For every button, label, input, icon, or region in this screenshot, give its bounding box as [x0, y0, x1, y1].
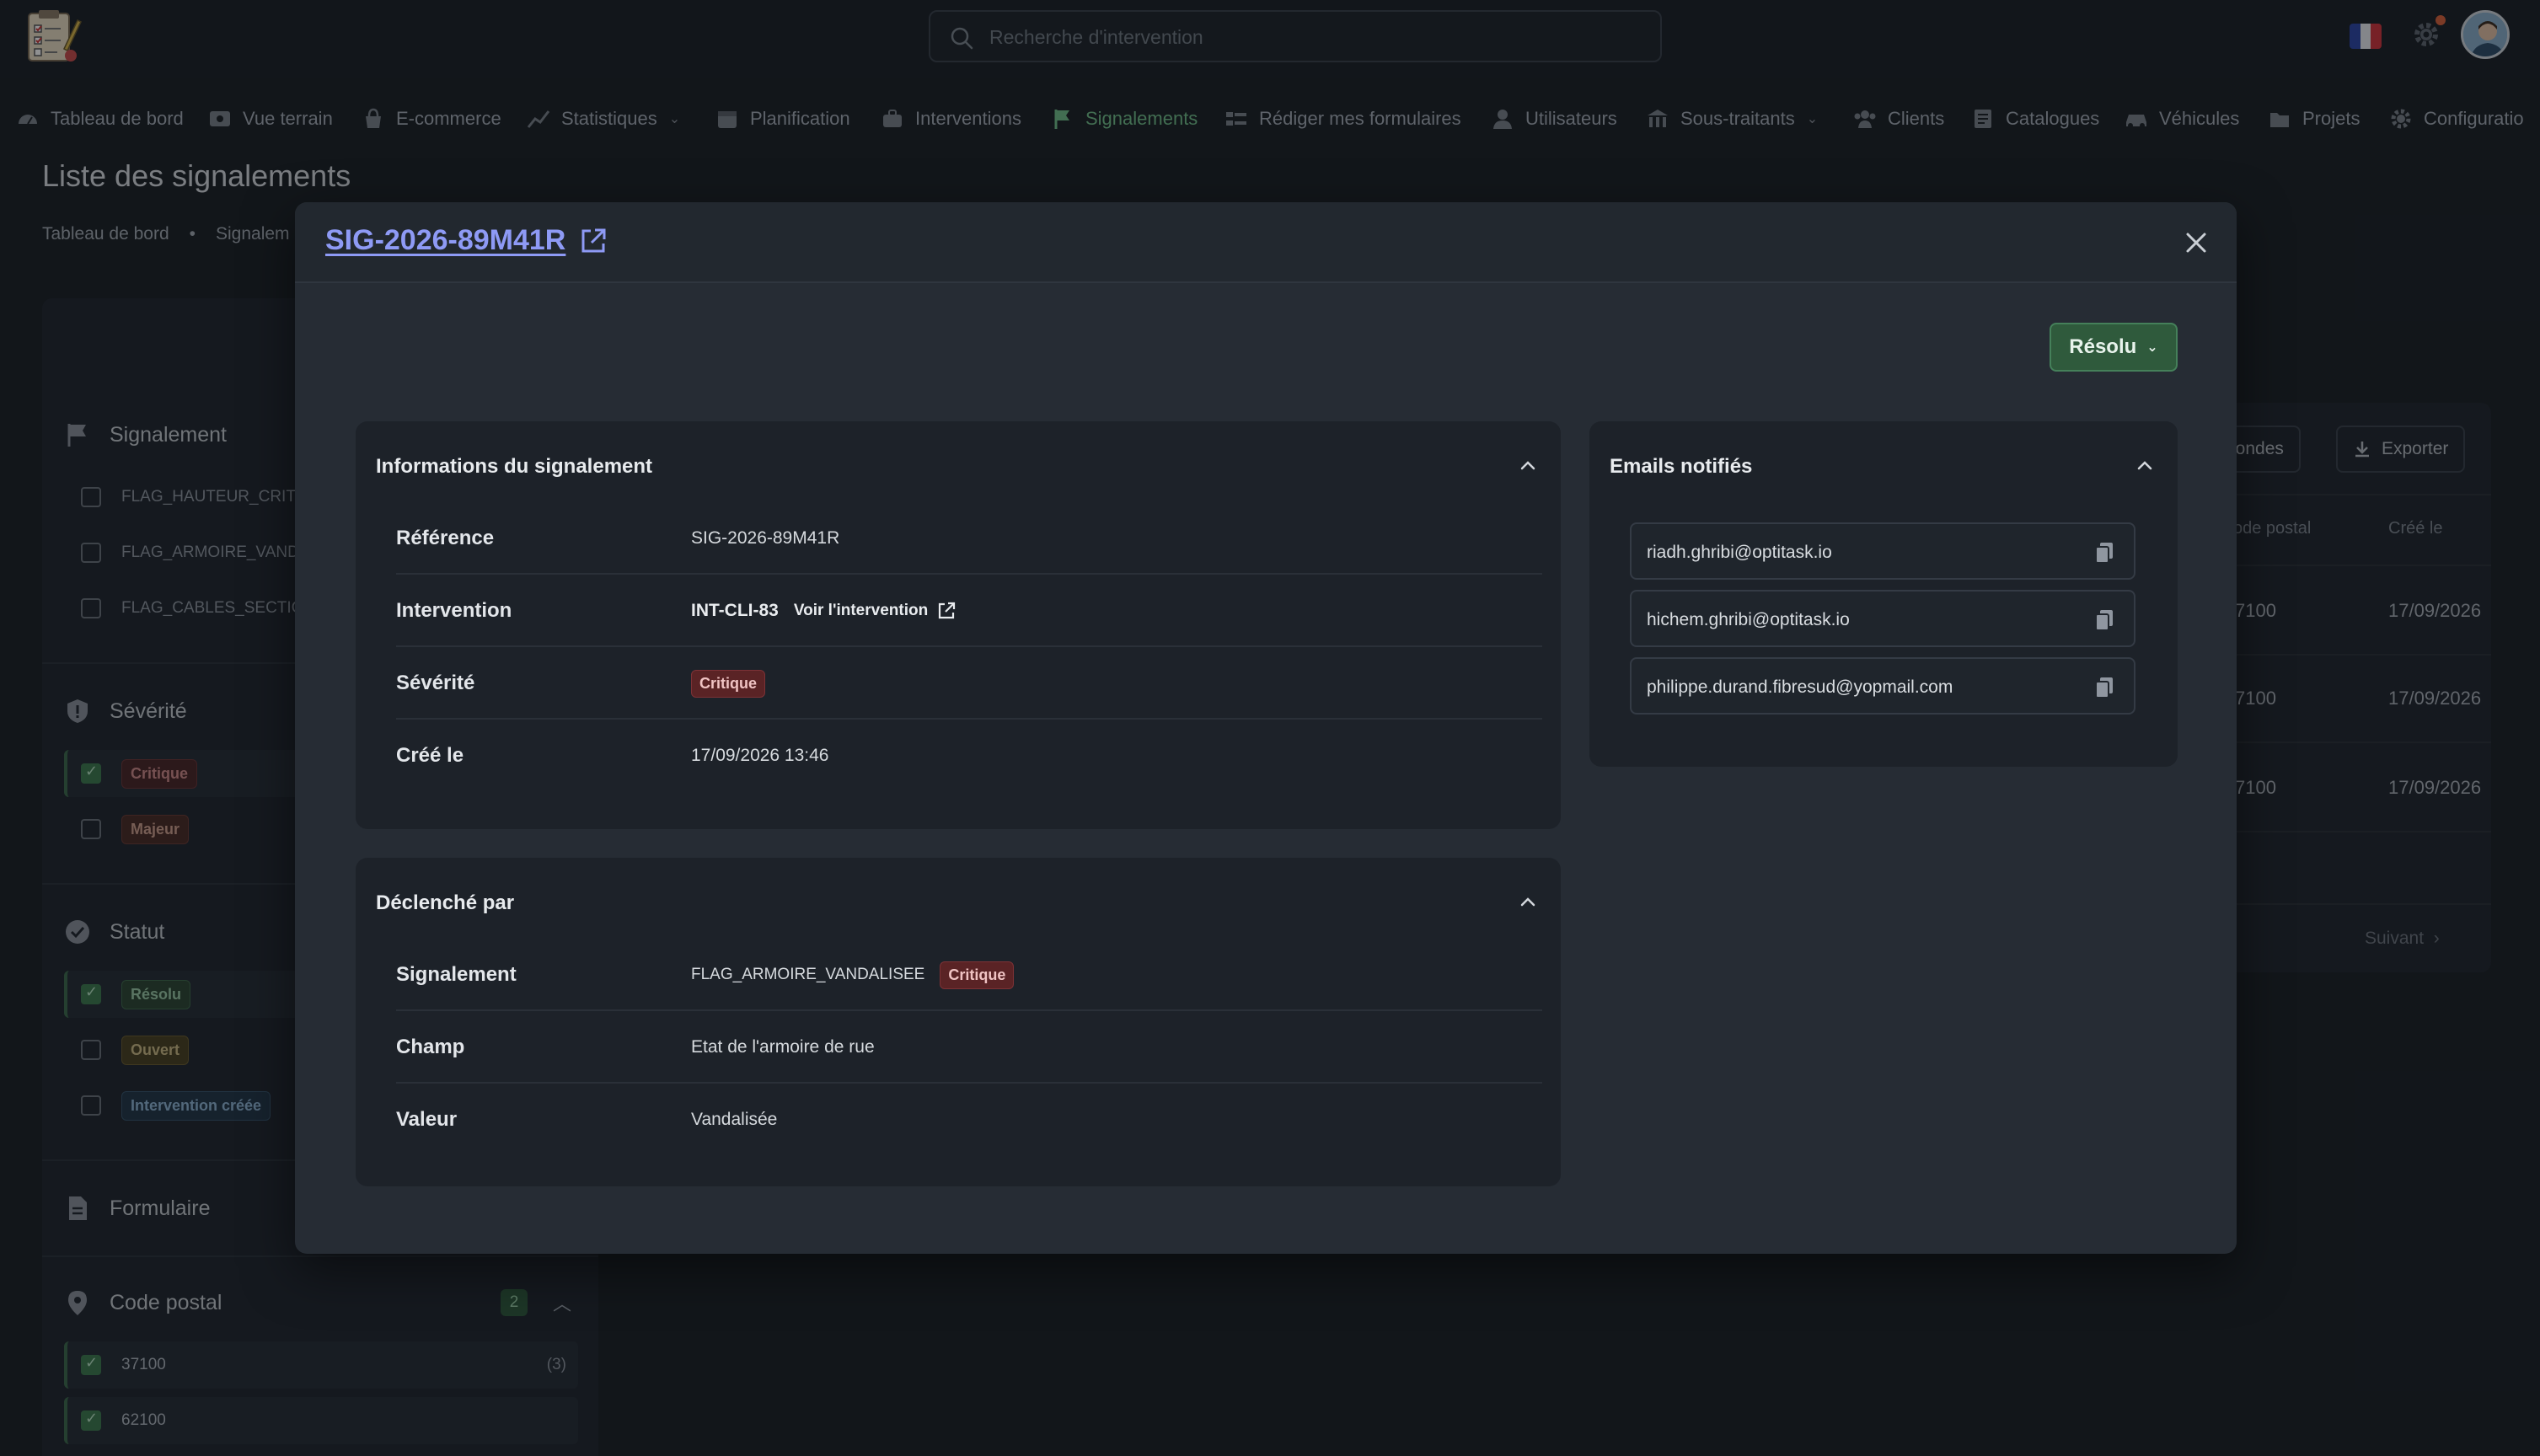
field-row-created: Créé le 17/09/2026 13:46 [396, 720, 1542, 792]
chevron-up-icon[interactable] [2134, 455, 2156, 477]
view-intervention-link[interactable]: Voir l'intervention [794, 601, 957, 621]
signalement-detail-modal: SIG-2026-89M41R Résolu ⌄ Informations du… [295, 202, 2237, 1254]
field-row-intervention: Intervention INT-CLI-83 Voir l'intervent… [396, 575, 1542, 647]
email-address: hichem.ghribi@optitask.io [1647, 610, 1850, 629]
field-label: Champ [396, 1036, 465, 1058]
card-title: Informations du signalement [376, 455, 653, 478]
created-value: 17/09/2026 13:46 [691, 746, 829, 765]
email-address: riadh.ghribi@optitask.io [1647, 543, 1832, 562]
field-value: Critique [691, 647, 766, 720]
field-value: SIG-2026-89M41R [691, 502, 839, 575]
field-row-field: Champ Etat de l'armoire de rue [396, 1011, 1542, 1084]
external-link-icon [581, 228, 606, 252]
field-label: Valeur [396, 1108, 458, 1131]
copy-icon[interactable] [2093, 608, 2115, 632]
external-link-icon [939, 602, 956, 619]
field-label: Signalement [396, 963, 517, 986]
severity-badge: Critique [940, 961, 1015, 989]
field-row-reference: Référence SIG-2026-89M41R [396, 502, 1542, 575]
chevron-up-icon[interactable] [1517, 891, 1539, 913]
status-dropdown-button[interactable]: Résolu ⌄ [2050, 323, 2178, 372]
chevron-up-icon[interactable] [1517, 455, 1539, 477]
signalement-code: FLAG_ARMOIRE_VANDALISEE [691, 966, 925, 983]
trigger-card: Déclenché par Signalement FLAG_ARMOIRE_V… [356, 858, 1561, 1186]
field-value: Etat de l'armoire de rue [691, 1011, 875, 1084]
field-value: INT-CLI-83 Voir l'intervention [691, 575, 957, 647]
value-value: Vandalisée [691, 1110, 778, 1129]
card-title: Emails notifiés [1610, 455, 1753, 478]
modal-header: SIG-2026-89M41R [295, 202, 2237, 283]
modal-title-text: SIG-2026-89M41R [325, 224, 566, 256]
card-title: Déclenché par [376, 891, 515, 914]
intervention-code: INT-CLI-83 [691, 601, 779, 620]
email-address: philippe.durand.fibresud@yopmail.com [1647, 677, 1953, 697]
field-label: Sévérité [396, 672, 475, 694]
chevron-down-icon: ⌄ [2146, 340, 2158, 355]
emails-card: Emails notifiés riadh.ghribi@optitask.io… [1589, 421, 2178, 767]
info-card: Informations du signalement Référence SI… [356, 421, 1561, 829]
field-label: Intervention [396, 599, 512, 622]
field-name-value: Etat de l'armoire de rue [691, 1037, 875, 1057]
field-label: Référence [396, 527, 495, 549]
email-item: philippe.durand.fibresud@yopmail.com [1630, 657, 2135, 715]
reference-value: SIG-2026-89M41R [691, 528, 840, 548]
copy-icon[interactable] [2093, 676, 2115, 699]
field-label: Créé le [396, 744, 464, 767]
modal-title-link[interactable]: SIG-2026-89M41R [325, 224, 608, 257]
field-row-value: Valeur Vandalisée [396, 1084, 1542, 1156]
copy-icon[interactable] [2093, 541, 2115, 565]
field-row-signalement: Signalement FLAG_ARMOIRE_VANDALISEE Crit… [396, 939, 1542, 1011]
email-item: hichem.ghribi@optitask.io [1630, 590, 2135, 647]
status-label: Résolu [2069, 335, 2137, 358]
field-value: FLAG_ARMOIRE_VANDALISEE Critique [691, 939, 1015, 1011]
field-value: Vandalisée [691, 1084, 777, 1156]
field-value: 17/09/2026 13:46 [691, 720, 829, 792]
field-row-severity: Sévérité Critique [396, 647, 1542, 720]
link-label: Voir l'intervention [793, 602, 929, 619]
email-item: riadh.ghribi@optitask.io [1630, 522, 2135, 580]
close-icon[interactable] [2179, 226, 2213, 260]
severity-badge: Critique [691, 669, 766, 698]
